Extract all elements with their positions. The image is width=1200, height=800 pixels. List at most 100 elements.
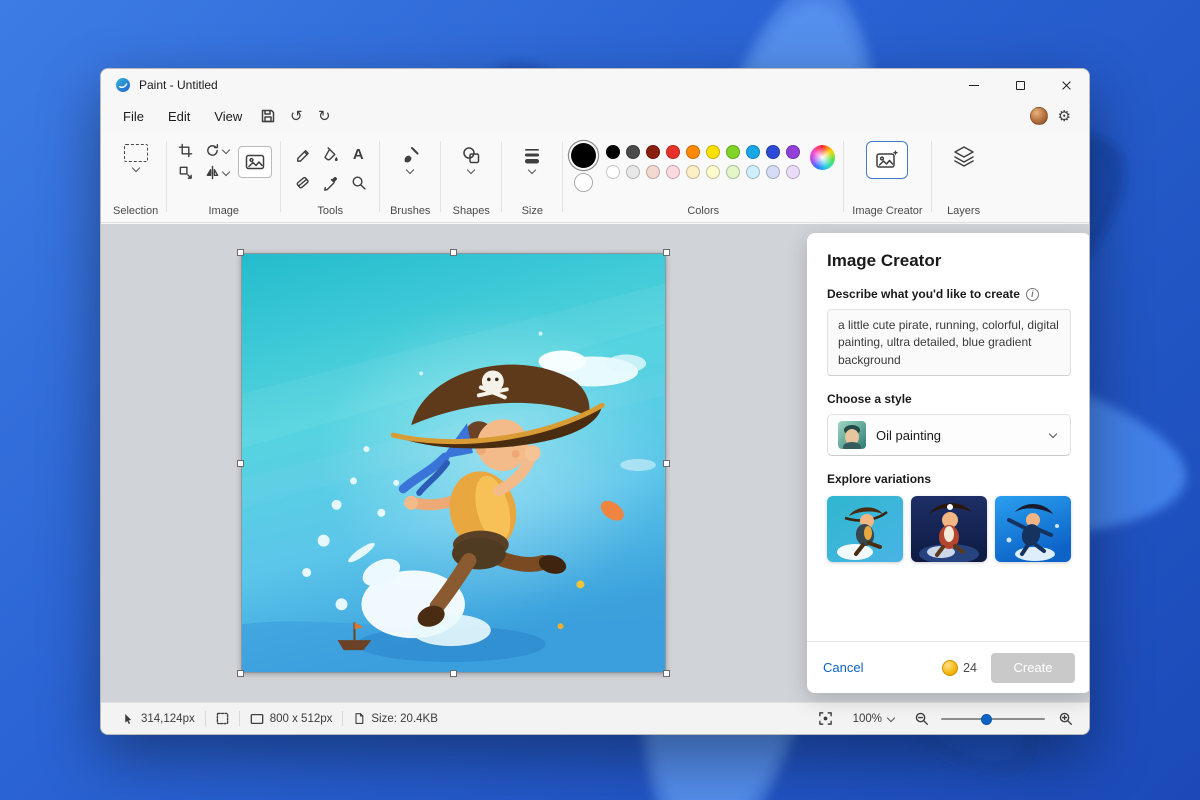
- zoom-slider-thumb[interactable]: [981, 714, 992, 725]
- canvas-image[interactable]: [241, 253, 666, 673]
- selection-tool-button[interactable]: [114, 141, 158, 174]
- maximize-icon: [1016, 81, 1025, 90]
- title-bar: Paint - Untitled: [101, 69, 1089, 101]
- zoom-slider[interactable]: [941, 712, 1045, 726]
- image-group-label: Image: [208, 202, 239, 217]
- eraser-tool-button[interactable]: [289, 169, 315, 195]
- selection-handle[interactable]: [237, 249, 244, 256]
- color-swatch[interactable]: [646, 145, 660, 159]
- color-swatch[interactable]: [606, 165, 620, 179]
- layers-group-label: Layers: [947, 202, 980, 217]
- menu-edit[interactable]: Edit: [156, 105, 202, 128]
- selection-handle[interactable]: [663, 670, 670, 677]
- cancel-button[interactable]: Cancel: [823, 660, 863, 675]
- style-dropdown[interactable]: Oil painting: [827, 414, 1071, 456]
- color-swatch[interactable]: [626, 165, 640, 179]
- color-swatch[interactable]: [726, 145, 740, 159]
- ribbon-divider: [379, 141, 380, 212]
- colors-group: Colors: [565, 131, 841, 222]
- flip-button[interactable]: [202, 163, 232, 182]
- undo-button[interactable]: ↺: [282, 104, 310, 128]
- primary-color-well[interactable]: [571, 143, 596, 168]
- color-swatch[interactable]: [686, 145, 700, 159]
- eraser-icon: [294, 174, 311, 191]
- selection-size-icon: [216, 712, 229, 725]
- variation-thumbnail-1[interactable]: [827, 496, 903, 562]
- size-button[interactable]: [510, 141, 554, 177]
- resize-button[interactable]: [175, 163, 196, 182]
- canvas-options-button[interactable]: [238, 146, 272, 178]
- color-swatch[interactable]: [646, 165, 660, 179]
- panel-footer: Cancel 24 Create: [807, 641, 1090, 693]
- zoom-out-button[interactable]: [909, 708, 933, 730]
- color-picker-tool-button[interactable]: [317, 169, 343, 195]
- color-swatch[interactable]: [606, 145, 620, 159]
- color-swatch[interactable]: [666, 145, 680, 159]
- layers-group: Layers: [934, 131, 994, 222]
- color-swatch[interactable]: [766, 145, 780, 159]
- color-swatch[interactable]: [766, 165, 780, 179]
- create-button[interactable]: Create: [991, 653, 1075, 683]
- color-swatch[interactable]: [746, 145, 760, 159]
- selection-marquee-icon: [124, 144, 148, 162]
- selection-handle[interactable]: [237, 670, 244, 677]
- selection-handle[interactable]: [237, 460, 244, 467]
- colors-group-label: Colors: [687, 202, 719, 217]
- pencil-icon: [294, 146, 311, 163]
- redo-button[interactable]: ↻: [310, 104, 338, 128]
- variation-thumbnail-3[interactable]: [995, 496, 1071, 562]
- flip-icon: [205, 165, 220, 180]
- zoom-in-button[interactable]: [1053, 708, 1077, 730]
- cursor-position: 314,124px: [113, 712, 205, 725]
- minimize-button[interactable]: [951, 69, 997, 101]
- color-swatch[interactable]: [786, 165, 800, 179]
- settings-gear-icon[interactable]: ⚙: [1058, 107, 1071, 125]
- secondary-color-well[interactable]: [574, 173, 593, 192]
- fill-tool-button[interactable]: [317, 141, 343, 167]
- selection-handle[interactable]: [663, 249, 670, 256]
- paint-app-icon: [115, 77, 131, 93]
- style-thumbnail: [838, 421, 866, 449]
- text-tool-button[interactable]: A: [345, 141, 371, 167]
- rotate-button[interactable]: [202, 141, 232, 160]
- menu-file[interactable]: File: [111, 105, 156, 128]
- image-creator-group: Image Creator: [846, 131, 928, 222]
- color-swatch[interactable]: [706, 145, 720, 159]
- menu-view[interactable]: View: [202, 105, 254, 128]
- color-swatch[interactable]: [666, 165, 680, 179]
- color-swatch[interactable]: [726, 165, 740, 179]
- fit-to-screen-button[interactable]: [814, 708, 838, 730]
- prompt-input[interactable]: a little cute pirate, running, colorful,…: [827, 309, 1071, 376]
- account-avatar[interactable]: [1030, 107, 1048, 125]
- close-button[interactable]: [1043, 69, 1089, 101]
- color-swatch[interactable]: [626, 145, 640, 159]
- color-wheel-button[interactable]: [810, 145, 835, 170]
- image-creator-button[interactable]: [866, 141, 908, 179]
- crop-button[interactable]: [175, 141, 196, 160]
- save-button[interactable]: [254, 104, 282, 128]
- info-icon[interactable]: i: [1026, 288, 1039, 301]
- color-swatch[interactable]: [746, 165, 760, 179]
- variation-thumbnail-2[interactable]: [911, 496, 987, 562]
- brushes-button[interactable]: [388, 141, 432, 177]
- layers-button[interactable]: [940, 141, 988, 171]
- selection-handle[interactable]: [450, 249, 457, 256]
- zoom-in-icon: [1058, 711, 1073, 726]
- size-group: Size: [504, 131, 560, 222]
- magnifier-tool-button[interactable]: [345, 169, 371, 195]
- shapes-button[interactable]: [449, 141, 493, 177]
- chevron-down-icon: [222, 145, 230, 153]
- pencil-tool-button[interactable]: [289, 141, 315, 167]
- color-swatch[interactable]: [786, 145, 800, 159]
- undo-icon: ↺: [290, 107, 303, 125]
- color-palette: [606, 141, 800, 179]
- color-swatch[interactable]: [706, 165, 720, 179]
- ribbon-divider: [843, 141, 844, 212]
- cursor-position-value: 314,124px: [141, 713, 195, 725]
- selection-handle[interactable]: [663, 460, 670, 467]
- zoom-level-dropdown[interactable]: 100%: [846, 710, 901, 728]
- maximize-button[interactable]: [997, 69, 1043, 101]
- image-creator-icon: [875, 149, 899, 171]
- color-swatch[interactable]: [686, 165, 700, 179]
- selection-handle[interactable]: [450, 670, 457, 677]
